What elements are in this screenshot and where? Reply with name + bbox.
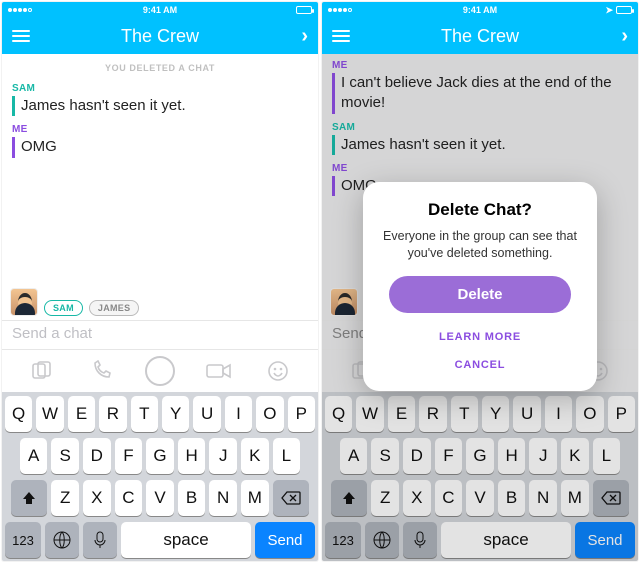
signal-dots (8, 8, 32, 12)
shift-key[interactable] (11, 480, 47, 516)
key-D[interactable]: D (83, 438, 111, 474)
key-I[interactable]: I (225, 396, 252, 432)
key-M[interactable]: M (241, 480, 269, 516)
key-P[interactable]: P (288, 396, 315, 432)
key-T[interactable]: T (131, 396, 158, 432)
key-K[interactable]: K (241, 438, 269, 474)
status-bar: 9:41 AM (2, 2, 318, 18)
key-E[interactable]: E (68, 396, 95, 432)
keyboard[interactable]: QWERTYUIOP ASDFGHJKL ZXCVBNM 123 space S… (2, 392, 318, 561)
location-icon: ➤ (605, 5, 613, 16)
menu-icon[interactable] (332, 30, 350, 42)
key-F[interactable]: F (115, 438, 143, 474)
key-U[interactable]: U (193, 396, 220, 432)
chat-title: The Crew (121, 26, 199, 47)
backspace-key[interactable] (273, 480, 309, 516)
key-Y[interactable]: Y (162, 396, 189, 432)
chat-scroll[interactable]: YOU DELETED A CHAT SAM James hasn't seen… (2, 54, 318, 320)
compose-input[interactable]: Send a chat (12, 325, 308, 342)
key-O[interactable]: O (256, 396, 283, 432)
presence-pill-james[interactable]: JAMES (89, 300, 140, 316)
compose-toolbar (2, 350, 318, 392)
compose-row[interactable]: Send a chat (2, 320, 318, 350)
key-W[interactable]: W (36, 396, 63, 432)
key-C[interactable]: C (115, 480, 143, 516)
status-time: 9:41 AM (463, 5, 497, 15)
chat-header: The Crew › (2, 18, 318, 54)
presence-row: SAM JAMES (10, 288, 139, 316)
message-sender: SAM (12, 83, 308, 94)
emoji-icon[interactable] (262, 355, 294, 387)
key-H[interactable]: H (178, 438, 206, 474)
chat-header: The Crew › (322, 18, 638, 54)
phone-right: 9:41 AM ➤ The Crew › ME I can't believe … (322, 2, 638, 561)
message-body: James hasn't seen it yet. (12, 96, 308, 116)
message-sender: ME (12, 124, 308, 135)
modal-body: Everyone in the group can see that you'v… (379, 228, 581, 262)
key-L[interactable]: L (273, 438, 301, 474)
mic-key[interactable] (83, 522, 117, 558)
numbers-key[interactable]: 123 (5, 522, 41, 558)
message-body: OMG (12, 137, 308, 157)
send-key[interactable]: Send (255, 522, 315, 558)
message[interactable]: SAM James hasn't seen it yet. (12, 83, 308, 116)
chevron-right-icon[interactable]: › (621, 25, 628, 48)
shutter-icon[interactable] (144, 355, 176, 387)
key-X[interactable]: X (83, 480, 111, 516)
phone-left: 9:41 AM The Crew › YOU DELETED A CHAT SA… (2, 2, 318, 561)
globe-key[interactable] (45, 522, 79, 558)
key-V[interactable]: V (146, 480, 174, 516)
key-Z[interactable]: Z (51, 480, 79, 516)
key-Q[interactable]: Q (5, 396, 32, 432)
chat-title: The Crew (441, 26, 519, 47)
message[interactable]: ME OMG (12, 124, 308, 157)
delete-chat-modal: Delete Chat? Everyone in the group can s… (363, 182, 597, 391)
presence-pill-sam[interactable]: SAM (44, 300, 83, 316)
key-S[interactable]: S (51, 438, 79, 474)
phone-icon[interactable] (85, 355, 117, 387)
key-row-2: ASDFGHJKL (5, 438, 315, 474)
avatar[interactable] (10, 288, 38, 316)
delete-button[interactable]: Delete (389, 276, 571, 313)
space-key[interactable]: space (121, 522, 251, 558)
chevron-right-icon[interactable]: › (301, 25, 308, 48)
signal-dots (328, 8, 352, 12)
menu-icon[interactable] (12, 30, 30, 42)
key-N[interactable]: N (209, 480, 237, 516)
video-icon[interactable] (203, 355, 235, 387)
system-notice: YOU DELETED A CHAT (12, 58, 308, 81)
modal-title: Delete Chat? (379, 200, 581, 220)
key-B[interactable]: B (178, 480, 206, 516)
status-bar: 9:41 AM ➤ (322, 2, 638, 18)
key-G[interactable]: G (146, 438, 174, 474)
cancel-link[interactable]: CANCEL (379, 351, 581, 379)
key-J[interactable]: J (209, 438, 237, 474)
key-row-3: ZXCVBNM (5, 480, 315, 516)
key-row-1: QWERTYUIOP (5, 396, 315, 432)
key-A[interactable]: A (20, 438, 48, 474)
gallery-icon[interactable] (26, 355, 58, 387)
status-time: 9:41 AM (143, 5, 177, 15)
battery-icon (296, 6, 312, 14)
key-R[interactable]: R (99, 396, 126, 432)
battery-icon (616, 6, 632, 14)
key-row-4: 123 space Send (5, 522, 315, 558)
learn-more-link[interactable]: LEARN MORE (379, 323, 581, 351)
